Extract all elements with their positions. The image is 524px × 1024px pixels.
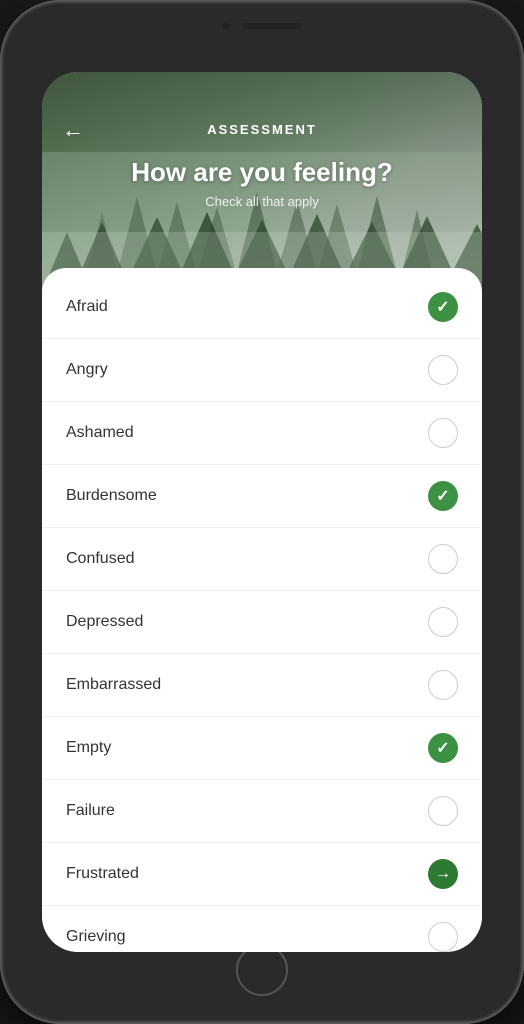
feeling-label: Empty bbox=[66, 739, 111, 757]
feeling-label: Embarrassed bbox=[66, 676, 161, 694]
feeling-label: Depressed bbox=[66, 613, 143, 631]
main-question: How are you feeling? bbox=[62, 157, 462, 188]
header-nav: ← ASSESSMENT bbox=[42, 72, 482, 147]
arrow-right-icon: → bbox=[435, 865, 451, 883]
checkmark-icon: ✓ bbox=[436, 486, 449, 506]
page-title: ASSESSMENT bbox=[207, 122, 317, 137]
header-content: How are you feeling? Check all that appl… bbox=[42, 147, 482, 219]
list-item[interactable]: Empty ✓ bbox=[42, 717, 482, 780]
checkbox-unchecked[interactable] bbox=[428, 607, 458, 637]
phone-screen: ← ASSESSMENT How are you feeling? Check … bbox=[42, 72, 482, 952]
list-item[interactable]: Failure bbox=[42, 780, 482, 843]
checkbox-unchecked[interactable] bbox=[428, 796, 458, 826]
checkbox-unchecked[interactable] bbox=[428, 670, 458, 700]
back-button[interactable]: ← bbox=[62, 117, 84, 143]
list-item[interactable]: Ashamed bbox=[42, 402, 482, 465]
checkbox-unchecked[interactable] bbox=[428, 418, 458, 448]
checkbox-checked[interactable]: ✓ bbox=[428, 733, 458, 763]
list-item[interactable]: Frustrated → bbox=[42, 843, 482, 906]
list-item[interactable]: Confused bbox=[42, 528, 482, 591]
list-item[interactable]: Angry bbox=[42, 339, 482, 402]
checkbox-unchecked[interactable] bbox=[428, 922, 458, 952]
next-button[interactable]: → bbox=[428, 859, 458, 889]
phone-top-bar bbox=[222, 22, 302, 30]
list-item[interactable]: Afraid ✓ bbox=[42, 276, 482, 339]
list-item[interactable]: Burdensome ✓ bbox=[42, 465, 482, 528]
earpiece-speaker bbox=[242, 23, 302, 29]
subtitle-text: Check all that apply bbox=[62, 194, 462, 209]
checkbox-checked[interactable]: ✓ bbox=[428, 481, 458, 511]
list-item[interactable]: Embarrassed bbox=[42, 654, 482, 717]
front-camera bbox=[222, 22, 230, 30]
feeling-label: Frustrated bbox=[66, 865, 139, 883]
header-section: ← ASSESSMENT How are you feeling? Check … bbox=[42, 72, 482, 292]
feeling-label: Afraid bbox=[66, 298, 108, 316]
checkbox-unchecked[interactable] bbox=[428, 544, 458, 574]
feeling-label: Ashamed bbox=[66, 424, 134, 442]
feelings-list[interactable]: Afraid ✓ Angry Ashamed Burdensome ✓ bbox=[42, 268, 482, 952]
feeling-label: Failure bbox=[66, 802, 115, 820]
feeling-label: Burdensome bbox=[66, 487, 157, 505]
list-item[interactable]: Depressed bbox=[42, 591, 482, 654]
feeling-label: Confused bbox=[66, 550, 135, 568]
phone-frame: ← ASSESSMENT How are you feeling? Check … bbox=[0, 0, 524, 1024]
checkbox-unchecked[interactable] bbox=[428, 355, 458, 385]
checkbox-checked[interactable]: ✓ bbox=[428, 292, 458, 322]
feeling-label: Grieving bbox=[66, 928, 126, 946]
checkmark-icon: ✓ bbox=[436, 738, 449, 758]
feeling-label: Angry bbox=[66, 361, 108, 379]
checkmark-icon: ✓ bbox=[436, 297, 449, 317]
list-item[interactable]: Grieving bbox=[42, 906, 482, 952]
